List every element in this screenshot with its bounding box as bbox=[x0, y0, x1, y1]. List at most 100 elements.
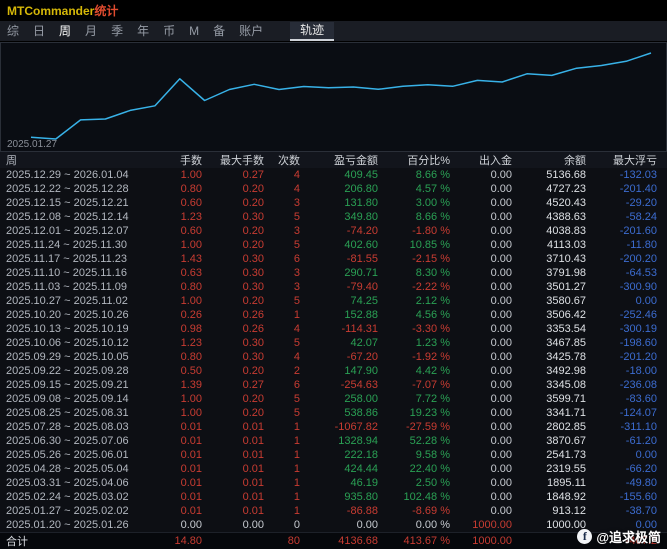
cell-times: 2 bbox=[274, 365, 310, 377]
table-row[interactable]: 2025.07.28 ~ 2025.08.030.010.011-1067.82… bbox=[0, 420, 667, 434]
chart-start-date-label: 2025.01.27 bbox=[7, 139, 57, 150]
cell-cash: 0.00 bbox=[460, 323, 522, 335]
tab-trace[interactable]: 轨迹 bbox=[290, 22, 334, 41]
cell-cash: 0.00 bbox=[460, 421, 522, 433]
col-header-balance[interactable]: 余额 bbox=[522, 152, 596, 168]
cell-pct: -27.59 % bbox=[388, 421, 460, 433]
cell-times: 5 bbox=[274, 407, 310, 419]
table-row[interactable]: 2025.09.22 ~ 2025.09.280.500.202147.904.… bbox=[0, 364, 667, 378]
col-header-maxdd[interactable]: 最大浮亏 bbox=[596, 152, 667, 168]
cell-maxdd: -124.07 bbox=[596, 407, 667, 419]
cell-times: 1 bbox=[274, 449, 310, 461]
cell-maxdd: -198.60 bbox=[596, 337, 667, 349]
tab-period-5[interactable]: 季 bbox=[104, 21, 130, 41]
watermark: f @追求极简 bbox=[577, 527, 661, 546]
cell-times: 1 bbox=[274, 477, 310, 489]
cell-maxdd: -38.70 bbox=[596, 505, 667, 517]
table-row[interactable]: 2025.09.29 ~ 2025.10.050.800.304-67.20-1… bbox=[0, 350, 667, 364]
cell-cash: 0.00 bbox=[460, 169, 522, 181]
tab-period-7[interactable]: 币 bbox=[156, 21, 182, 41]
cell-cash: 0.00 bbox=[460, 267, 522, 279]
cell-times: 1 bbox=[274, 491, 310, 503]
cell-max_lots: 0.01 bbox=[212, 463, 274, 475]
table-row[interactable]: 2025.12.22 ~ 2025.12.280.800.204206.804.… bbox=[0, 182, 667, 196]
cell-max_lots: 0.27 bbox=[212, 379, 274, 391]
col-header-max_lots[interactable]: 最大手数 bbox=[212, 152, 274, 168]
cell-maxdd: -236.08 bbox=[596, 379, 667, 391]
cell-lots: 0.01 bbox=[168, 421, 212, 433]
cell-pnl: -74.20 bbox=[310, 225, 388, 237]
cell-balance: 3580.67 bbox=[522, 295, 596, 307]
cell-balance: 3506.42 bbox=[522, 309, 596, 321]
table-row[interactable]: 2025.09.15 ~ 2025.09.211.390.276-254.63-… bbox=[0, 378, 667, 392]
title-bar: MTCommander统计 bbox=[0, 0, 667, 21]
cell-maxdd: -11.80 bbox=[596, 239, 667, 251]
cell-max_lots: 0.26 bbox=[212, 309, 274, 321]
table-row[interactable]: 2025.12.08 ~ 2025.12.141.230.305349.808.… bbox=[0, 210, 667, 224]
cell-times: 3 bbox=[274, 225, 310, 237]
cell-cash: 0.00 bbox=[460, 435, 522, 447]
cell-max_lots: 0.00 bbox=[212, 519, 274, 531]
table-row[interactable]: 2025.12.15 ~ 2025.12.210.600.203131.803.… bbox=[0, 196, 667, 210]
col-header-period[interactable]: 周 bbox=[0, 152, 168, 168]
table-row[interactable]: 2025.10.13 ~ 2025.10.190.980.264-114.31-… bbox=[0, 322, 667, 336]
table-row[interactable]: 2025.10.20 ~ 2025.10.260.260.261152.884.… bbox=[0, 308, 667, 322]
col-header-lots[interactable]: 手数 bbox=[168, 152, 212, 168]
tab-period-6[interactable]: 年 bbox=[130, 21, 156, 41]
table-row[interactable]: 2025.11.17 ~ 2025.11.231.430.306-81.55-2… bbox=[0, 252, 667, 266]
cell-pct: -8.69 % bbox=[388, 505, 460, 517]
table-row[interactable]: 2025.10.27 ~ 2025.11.021.000.20574.252.1… bbox=[0, 294, 667, 308]
tab-period-1[interactable]: 综 bbox=[0, 21, 26, 41]
cell-pct: 2.12 % bbox=[388, 295, 460, 307]
table-row[interactable]: 2025.01.27 ~ 2025.02.020.010.011-86.88-8… bbox=[0, 504, 667, 518]
cell-pct: 8.66 % bbox=[388, 169, 460, 181]
table-row[interactable]: 2025.09.08 ~ 2025.09.141.000.205258.007.… bbox=[0, 392, 667, 406]
table-row[interactable]: 2025.03.31 ~ 2025.04.060.010.01146.192.5… bbox=[0, 476, 667, 490]
cell-pnl: 402.60 bbox=[310, 239, 388, 251]
cell-pnl: 349.80 bbox=[310, 211, 388, 223]
col-header-pnl[interactable]: 盈亏金额 bbox=[310, 152, 388, 168]
cell-pnl: -1067.82 bbox=[310, 421, 388, 433]
table-row[interactable]: 2025.11.24 ~ 2025.11.301.000.205402.6010… bbox=[0, 238, 667, 252]
table-row[interactable]: 2025.11.03 ~ 2025.11.090.800.303-79.40-2… bbox=[0, 280, 667, 294]
cell-balance: 3599.71 bbox=[522, 393, 596, 405]
table-row[interactable]: 2025.10.06 ~ 2025.10.121.230.30542.071.2… bbox=[0, 336, 667, 350]
col-header-times[interactable]: 次数 bbox=[274, 152, 310, 168]
watermark-text: @追求极简 bbox=[596, 527, 661, 546]
cell-balance: 4520.43 bbox=[522, 197, 596, 209]
table-row[interactable]: 2025.11.10 ~ 2025.11.160.630.303290.718.… bbox=[0, 266, 667, 280]
cell-period: 2025.10.27 ~ 2025.11.02 bbox=[0, 295, 168, 307]
table-row[interactable]: 2025.12.01 ~ 2025.12.070.600.203-74.20-1… bbox=[0, 224, 667, 238]
table-row[interactable]: 2025.08.25 ~ 2025.08.311.000.205538.8619… bbox=[0, 406, 667, 420]
cell-pct: 8.66 % bbox=[388, 211, 460, 223]
cell-lots: 0.00 bbox=[168, 519, 212, 531]
cell-pct: 19.23 % bbox=[388, 407, 460, 419]
cell-pnl: -114.31 bbox=[310, 323, 388, 335]
cell-cash: 1000.00 bbox=[460, 519, 522, 531]
tab-period-8[interactable]: M bbox=[182, 21, 206, 41]
table-row[interactable]: 2025.04.28 ~ 2025.05.040.010.011424.4422… bbox=[0, 462, 667, 476]
col-header-pct[interactable]: 百分比% bbox=[388, 152, 460, 168]
table-row[interactable]: 2025.12.29 ~ 2026.01.041.000.274409.458.… bbox=[0, 168, 667, 182]
cell-max_lots: 0.20 bbox=[212, 197, 274, 209]
tab-period-4[interactable]: 月 bbox=[78, 21, 104, 41]
table-row[interactable]: 2025.02.24 ~ 2025.03.020.010.011935.8010… bbox=[0, 490, 667, 504]
cell-balance: 2319.55 bbox=[522, 463, 596, 475]
table-row[interactable]: 2025.06.30 ~ 2025.07.060.010.0111328.945… bbox=[0, 434, 667, 448]
cell-times: 0 bbox=[274, 519, 310, 531]
tab-period-9[interactable]: 备 bbox=[206, 21, 232, 41]
cell-pct: 4.57 % bbox=[388, 183, 460, 195]
table-row[interactable]: 2025.01.20 ~ 2025.01.260.000.0000.000.00… bbox=[0, 518, 667, 532]
cell-pct: -7.07 % bbox=[388, 379, 460, 391]
tab-period-10[interactable]: 账户 bbox=[232, 21, 270, 41]
cell-times: 6 bbox=[274, 253, 310, 265]
cell-lots: 1.00 bbox=[168, 393, 212, 405]
tab-period-2[interactable]: 日 bbox=[26, 21, 52, 41]
cell-lots: 1.23 bbox=[168, 211, 212, 223]
tab-period-3[interactable]: 周 bbox=[52, 21, 78, 41]
col-header-cash[interactable]: 出入金 bbox=[460, 152, 522, 168]
cell-cash: 0.00 bbox=[460, 393, 522, 405]
cell-times: 3 bbox=[274, 267, 310, 279]
cell-cash: 0.00 bbox=[460, 379, 522, 391]
table-row[interactable]: 2025.05.26 ~ 2025.06.010.010.011222.189.… bbox=[0, 448, 667, 462]
